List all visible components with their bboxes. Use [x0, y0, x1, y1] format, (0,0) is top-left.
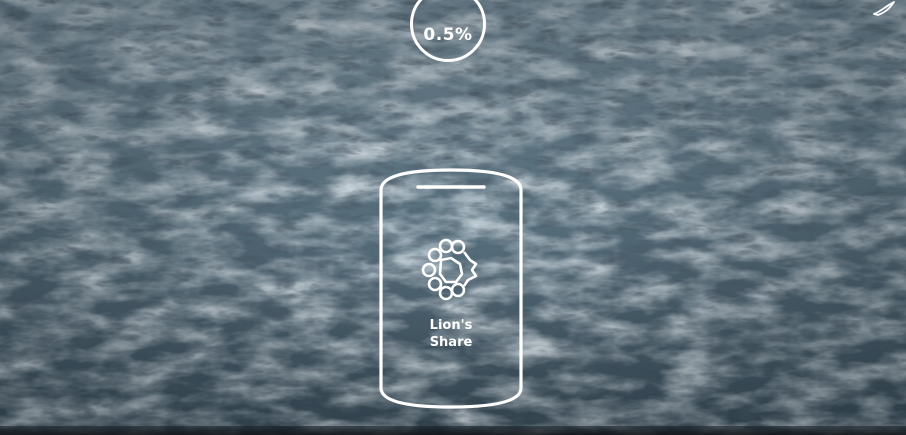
jar-label-line1: Lion's	[429, 318, 473, 333]
video-progress-bar[interactable]	[0, 426, 906, 435]
lions-share-jar: Lion's Share	[378, 166, 524, 411]
jar-label-line2: Share	[429, 335, 473, 350]
percent-value: 0.5%	[423, 25, 473, 45]
lions-share-logo-icon	[421, 238, 478, 301]
glacier-background: 0.5% Lion's Share	[0, 0, 906, 435]
bird-logo-icon	[873, 1, 895, 16]
